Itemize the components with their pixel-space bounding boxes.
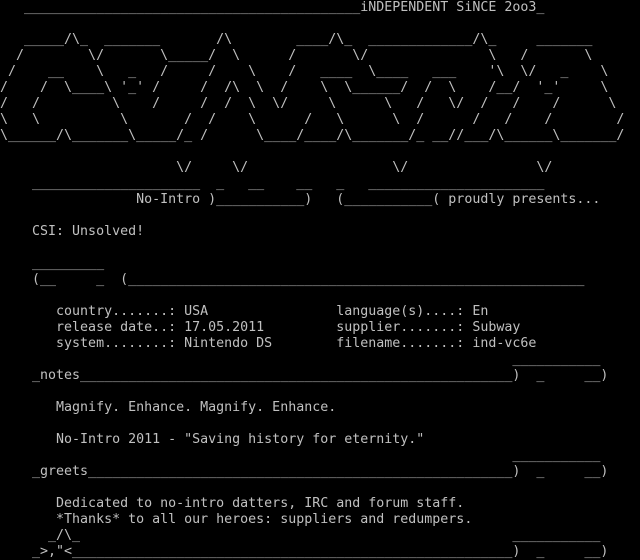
nfo-line xyxy=(0,144,624,160)
nfo-line: No-Intro 2011 - "Saving history for eter… xyxy=(0,432,425,447)
nfo-line xyxy=(0,416,624,432)
nfo-line xyxy=(0,480,624,496)
nfo-line: _greets_________________________________… xyxy=(0,464,609,479)
nfo-line: ___________ xyxy=(0,448,601,463)
nfo-line: *Thanks* to all our heroes: suppliers an… xyxy=(0,512,473,527)
nfo-line: \ \ \ / / \ / \ \ / / / / / xyxy=(0,112,625,127)
nfo-line: (__ _ (_________________________________… xyxy=(0,272,585,287)
nfo-line: system........: Nintendo DS filename....… xyxy=(0,336,537,351)
nfo-line: _____________________ _ __ __ _ ________… xyxy=(0,176,545,191)
nfo-line: No-Intro )___________) (___________( pro… xyxy=(0,192,601,207)
nfo-text-block: ________________________________________… xyxy=(0,0,624,560)
nfo-line: / / \ / / / \ \/ \ \ / \/ / / / \ xyxy=(0,96,617,111)
nfo-line: ________________________________________… xyxy=(0,0,545,15)
nfo-line: Dedicated to no-intro datters, IRC and f… xyxy=(0,496,465,511)
nfo-line xyxy=(0,240,624,256)
nfo-line: \______/\_______\_____/_ / \____/____/\_… xyxy=(0,128,625,143)
nfo-line: ___________ xyxy=(0,352,601,367)
nfo-line: / __ \ _ / / \ / ____ \____ ___ '\ \/ _ … xyxy=(0,64,609,79)
nfo-line: _notes__________________________________… xyxy=(0,368,609,383)
nfo-line: _________ xyxy=(0,256,105,271)
nfo-line: CSI: Unsolved! xyxy=(0,224,145,239)
nfo-line: / / \____\ '_' / / /\ \ / \ \______/ / \… xyxy=(0,80,609,95)
nfo-line xyxy=(0,208,624,224)
nfo-viewer-screen: ________________________________________… xyxy=(0,0,640,560)
nfo-line: release date..: 17.05.2011 supplier.....… xyxy=(0,320,521,335)
nfo-line xyxy=(0,288,624,304)
nfo-line: Magnify. Enhance. Magnify. Enhance. xyxy=(0,400,337,415)
nfo-line: \/ \/ \/ \/ xyxy=(0,160,553,175)
nfo-line: country.......: USA language(s)....: En xyxy=(0,304,489,319)
nfo-line: _>,"<___________________________________… xyxy=(0,544,609,559)
nfo-line: _____/\_ _______ /\ ____/\_ ____________… xyxy=(0,32,593,47)
nfo-line: _/\_ ___________ xyxy=(0,528,601,543)
nfo-line xyxy=(0,16,624,32)
nfo-line xyxy=(0,384,624,400)
nfo-line: / \/ \_____/ \ / \/ \ / \ xyxy=(0,48,593,63)
